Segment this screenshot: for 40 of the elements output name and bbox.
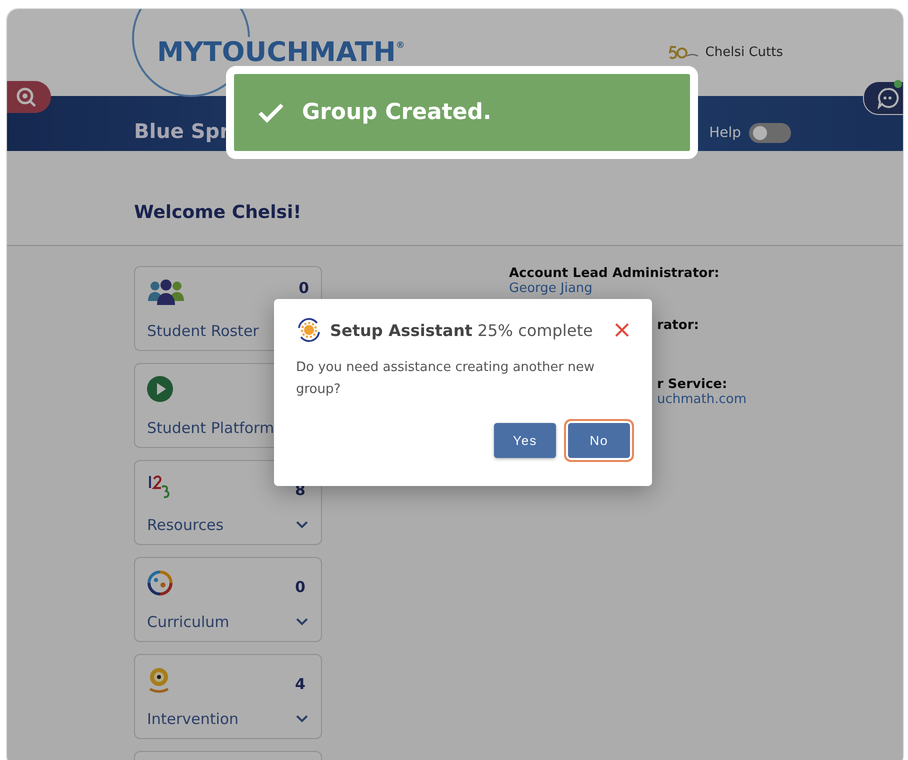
card-label: Student Roster [147, 322, 260, 340]
dashboard-card[interactable]: 0 Curriculum [134, 557, 322, 642]
chevron-down-icon[interactable] [295, 617, 309, 627]
check-icon [258, 102, 284, 122]
dialog-button[interactable]: No [568, 423, 630, 458]
school-name: Blue Spr [134, 119, 230, 143]
circle-icon [147, 570, 173, 596]
dialog-button[interactable]: Yes [494, 423, 556, 458]
chevron-down-icon[interactable] [295, 520, 309, 530]
card-count: 4 [295, 675, 306, 693]
card-label: Student Platform [147, 419, 276, 437]
close-button[interactable] [614, 322, 630, 338]
card-label: Curriculum [147, 613, 230, 631]
gear-icon [296, 317, 322, 343]
contact-heading: Account Lead Administrator: [509, 266, 720, 281]
card-label: Intervention [147, 710, 240, 728]
help-label: Help [709, 125, 741, 141]
card-label: Resources [147, 516, 225, 534]
chat-icon [877, 87, 899, 109]
chevron-down-icon[interactable] [295, 714, 309, 724]
welcome-heading: Welcome Chelsi! [134, 202, 302, 223]
help-toggle[interactable] [749, 123, 791, 143]
contact-heading: r Service: [657, 377, 728, 392]
people-icon [147, 279, 185, 305]
play-icon [147, 376, 173, 402]
dialog-title: Setup Assistant 25% complete [330, 320, 593, 340]
contact-link[interactable]: uchmath.com [657, 392, 903, 407]
search-tab[interactable] [7, 81, 51, 113]
contact-link[interactable]: George Jiang [509, 281, 903, 296]
toast-message: Group Created. [302, 100, 492, 125]
target-icon [147, 667, 171, 693]
status-dot [894, 80, 902, 88]
anniversary-logo-icon [669, 46, 700, 60]
contact-heading: rator: [657, 318, 700, 333]
search-icon [15, 86, 37, 108]
chat-tab[interactable] [863, 81, 903, 115]
user-name[interactable]: Chelsi Cutts [705, 45, 783, 60]
dashboard-card[interactable]: 4 Intervention [134, 654, 322, 739]
card-count: 0 [298, 279, 309, 297]
card-count: 0 [295, 578, 306, 596]
